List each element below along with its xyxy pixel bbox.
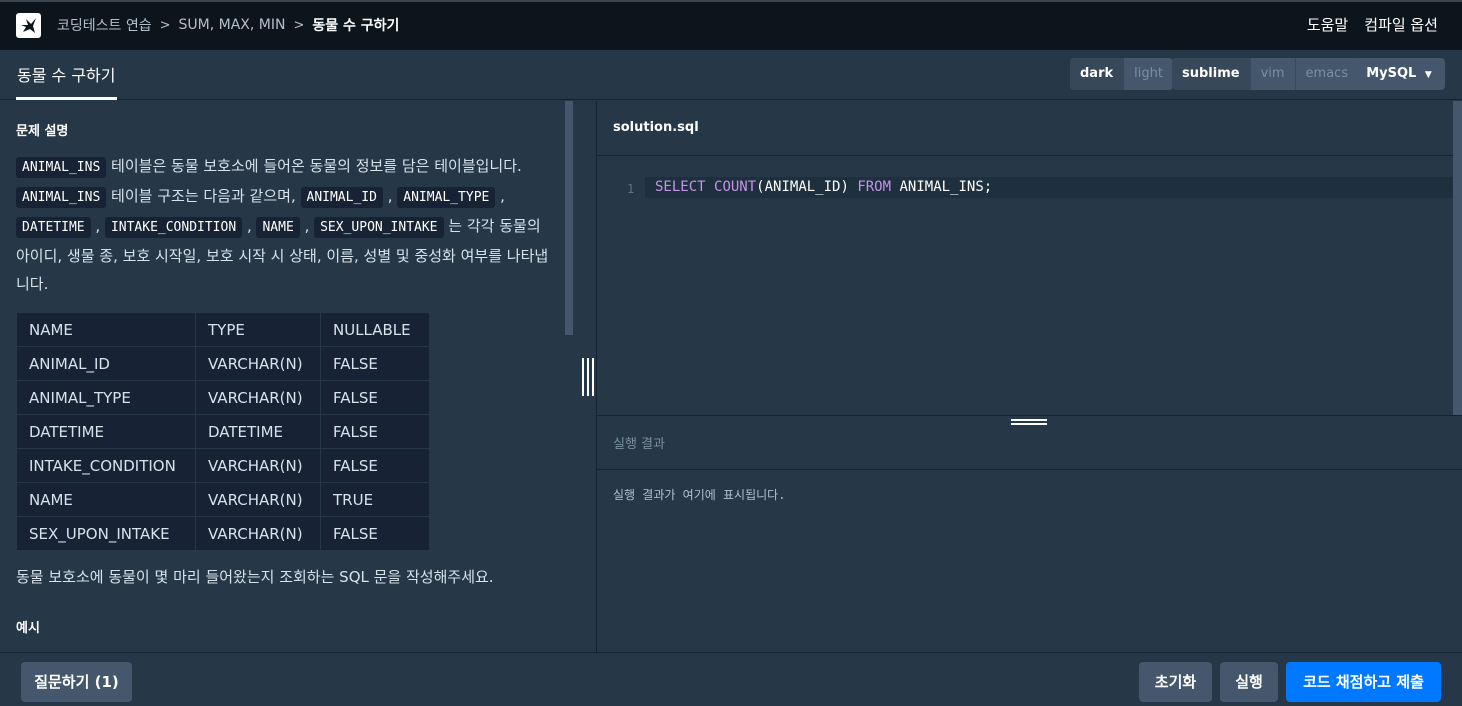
bottom-bar: 질문하기 (1) 초기화 실행 코드 채점하고 제출 <box>0 652 1462 706</box>
table-cell: FALSE <box>320 448 430 483</box>
caret-down-icon: ▼ <box>1424 70 1432 80</box>
table-cell: VARCHAR(N) <box>195 482 321 517</box>
keymap-emacs-button[interactable]: emacs <box>1294 58 1359 90</box>
language-select-value: MySQL <box>1366 66 1417 81</box>
table-cell: VARCHAR(N) <box>195 516 321 551</box>
breadcrumb: 코딩테스트 연습 > SUM, MAX, MIN > 동물 수 구하기 <box>57 15 399 35</box>
problem-description: ANIMAL_INS 테이블은 동물 보호소에 들어온 동물의 정보를 담은 테… <box>16 157 549 293</box>
table-cell: FALSE <box>320 346 430 381</box>
table-header-cell: NAME <box>16 312 196 347</box>
breadcrumb-current: 동물 수 구하기 <box>312 18 400 34</box>
breadcrumb-item-coding-test[interactable]: 코딩테스트 연습 <box>57 15 152 35</box>
submit-button[interactable]: 코드 채점하고 제출 <box>1286 662 1441 702</box>
editor-header: solution.sql <box>597 101 1453 156</box>
sql-text: ANIMAL_INS; <box>891 179 993 195</box>
description-text: 테이블 구조는 다음과 같으며, <box>106 187 301 205</box>
chevron-right-icon: > <box>159 17 171 33</box>
table-cell: ANIMAL_TYPE <box>16 380 196 415</box>
table-header-row: NAME TYPE NULLABLE <box>16 312 430 347</box>
code-sex-upon-intake: SEX_UPON_INTAKE <box>314 217 444 238</box>
code-editor[interactable]: 1 SELECT COUNT(ANIMAL_ID) FROM ANIMAL_IN… <box>597 156 1453 415</box>
table-cell: TRUE <box>320 482 430 517</box>
table-cell: DATETIME <box>195 414 321 449</box>
table-cell: DATETIME <box>16 414 196 449</box>
table-header-cell: TYPE <box>195 312 321 347</box>
table-row: ANIMAL_ID VARCHAR(N) FALSE <box>16 346 430 381</box>
sql-keyword: COUNT <box>714 179 757 195</box>
table-cell: VARCHAR(N) <box>195 448 321 483</box>
table-cell: SEX_UPON_INTAKE <box>16 516 196 551</box>
table-cell: ANIMAL_ID <box>16 346 196 381</box>
top-links: 도움말 컴파일 옵션 <box>1307 14 1438 35</box>
table-row: NAME VARCHAR(N) TRUE <box>16 482 430 517</box>
example-heading: 예시 <box>16 621 40 636</box>
run-button[interactable]: 실행 <box>1220 662 1278 702</box>
theme-toggle: dark light <box>1070 58 1173 90</box>
help-link[interactable]: 도움말 <box>1307 14 1348 35</box>
top-navbar: 코딩테스트 연습 > SUM, MAX, MIN > 동물 수 구하기 도움말 … <box>0 0 1462 50</box>
keymap-sublime-button[interactable]: sublime <box>1172 58 1250 90</box>
breadcrumb-item-category[interactable]: SUM, MAX, MIN <box>179 17 286 33</box>
theme-light-button[interactable]: light <box>1123 58 1173 90</box>
description-text: 테이블은 동물 보호소에 들어온 동물의 정보를 담은 테이블입니다. <box>106 157 522 175</box>
schema-table: NAME TYPE NULLABLE ANIMAL_ID VARCHAR(N) FA… <box>16 312 430 551</box>
table-row: ANIMAL_TYPE VARCHAR(N) FALSE <box>16 380 430 415</box>
sql-text: (ANIMAL_ID) <box>756 179 858 195</box>
editor-scrollbar[interactable] <box>1453 101 1462 415</box>
result-header: 실행 결과 <box>597 416 1462 470</box>
tab-bar: 동물 수 구하기 dark light sublime vim emacs My… <box>0 50 1462 100</box>
editor-filename: solution.sql <box>613 120 699 135</box>
table-cell: NAME <box>16 482 196 517</box>
table-row: DATETIME DATETIME FALSE <box>16 414 430 449</box>
table-cell: INTAKE_CONDITION <box>16 448 196 483</box>
keymap-toggle: sublime vim emacs <box>1172 58 1359 90</box>
code-animal-id: ANIMAL_ID <box>300 187 383 208</box>
table-cell: FALSE <box>320 516 430 551</box>
reset-button[interactable]: 초기화 <box>1139 662 1212 702</box>
table-header-cell: NULLABLE <box>320 312 430 347</box>
code-animal-ins: ANIMAL_INS <box>16 157 107 178</box>
code-name: NAME <box>256 217 300 238</box>
result-heading: 실행 결과 <box>613 437 665 452</box>
code-animal-ins: ANIMAL_INS <box>16 187 107 208</box>
question-button[interactable]: 질문하기 (1) <box>21 662 132 702</box>
sql-keyword: FROM <box>857 179 892 195</box>
tab-problem[interactable]: 동물 수 구하기 <box>16 50 117 100</box>
table-cell: VARCHAR(N) <box>195 346 321 381</box>
problem-question: 동물 보호소에 동물이 몇 마리 들어왔는지 조회하는 SQL 문을 작성해주세… <box>16 568 494 586</box>
line-number: 1 <box>627 182 635 196</box>
logo-icon[interactable] <box>16 13 41 38</box>
code-animal-type: ANIMAL_TYPE <box>397 187 496 208</box>
editor-panel: solution.sql 1 SELECT COUNT(ANIMAL_ID) F… <box>597 101 1462 652</box>
sql-keyword: SELECT <box>655 179 706 195</box>
compile-options-link[interactable]: 컴파일 옵션 <box>1364 14 1438 35</box>
table-cell: FALSE <box>320 414 430 449</box>
table-row: SEX_UPON_INTAKE VARCHAR(N) FALSE <box>16 516 430 551</box>
table-cell: VARCHAR(N) <box>195 380 321 415</box>
keymap-vim-button[interactable]: vim <box>1249 58 1295 90</box>
problem-heading: 문제 설명 <box>16 124 69 139</box>
chevron-right-icon: > <box>293 17 305 33</box>
language-select[interactable]: MySQL ▼ <box>1353 58 1445 90</box>
vertical-resize-handle[interactable] <box>582 358 594 396</box>
table-cell: FALSE <box>320 380 430 415</box>
code-line[interactable]: SELECT COUNT(ANIMAL_ID) FROM ANIMAL_INS; <box>645 177 1453 198</box>
code-datetime: DATETIME <box>16 217 91 238</box>
table-row: INTAKE_CONDITION VARCHAR(N) FALSE <box>16 448 430 483</box>
result-output: 실행 결과가 여기에 표시됩니다. <box>613 488 786 502</box>
problem-scrollbar[interactable] <box>565 101 573 335</box>
problem-panel: 문제 설명 ANIMAL_INS 테이블은 동물 보호소에 들어온 동물의 정보… <box>0 101 574 652</box>
theme-dark-button[interactable]: dark <box>1070 58 1124 90</box>
code-intake-condition: INTAKE_CONDITION <box>104 217 243 238</box>
